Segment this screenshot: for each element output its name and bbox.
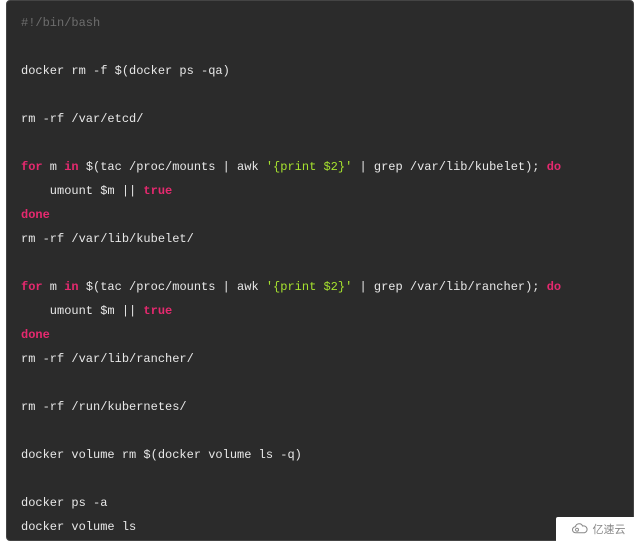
for1-body-a: umount $m || bbox=[21, 184, 143, 198]
cloud-icon bbox=[571, 523, 589, 535]
line-for2-head: for m in $(tac /proc/mounts | awk '{prin… bbox=[21, 280, 561, 294]
line-for1-body: umount $m || true bbox=[21, 184, 172, 198]
kw-do: do bbox=[547, 160, 561, 174]
line-vol-ls: docker volume ls bbox=[21, 520, 136, 534]
kw-true: true bbox=[143, 304, 172, 318]
kw-for: for bbox=[21, 280, 43, 294]
line-rm-etcd: rm -rf /var/etcd/ bbox=[21, 112, 143, 126]
line-rm-k8s: rm -rf /run/kubernetes/ bbox=[21, 400, 187, 414]
kw-do: do bbox=[547, 280, 561, 294]
kw-true: true bbox=[143, 184, 172, 198]
for1-iter-b: | grep /var/lib/kubelet); bbox=[352, 160, 546, 174]
kw-for: for bbox=[21, 160, 43, 174]
for2-body-a: umount $m || bbox=[21, 304, 143, 318]
awk-string: '{print $2}' bbox=[266, 160, 352, 174]
line-ps-a: docker ps -a bbox=[21, 496, 107, 510]
line-rm-kubelet: rm -rf /var/lib/kubelet/ bbox=[21, 232, 194, 246]
line-rm-rancher: rm -rf /var/lib/rancher/ bbox=[21, 352, 194, 366]
kw-in: in bbox=[64, 160, 78, 174]
for2-iter-b: | grep /var/lib/rancher); bbox=[352, 280, 546, 294]
line-for2-body: umount $m || true bbox=[21, 304, 172, 318]
line-done2: done bbox=[21, 328, 50, 342]
for2-iter-a: $(tac /proc/mounts | awk bbox=[79, 280, 266, 294]
line-vol-rm: docker volume rm $(docker volume ls -q) bbox=[21, 448, 302, 462]
for1-var: m bbox=[43, 160, 65, 174]
watermark: 亿速云 bbox=[556, 517, 640, 541]
awk-string: '{print $2}' bbox=[266, 280, 352, 294]
line-for1-head: for m in $(tac /proc/mounts | awk '{prin… bbox=[21, 160, 561, 174]
for1-iter-a: $(tac /proc/mounts | awk bbox=[79, 160, 266, 174]
for2-var: m bbox=[43, 280, 65, 294]
watermark-text: 亿速云 bbox=[593, 521, 626, 537]
shebang-line: #!/bin/bash bbox=[21, 16, 100, 30]
kw-in: in bbox=[64, 280, 78, 294]
line-docker-rm: docker rm -f $(docker ps -qa) bbox=[21, 64, 230, 78]
code-content: #!/bin/bash docker rm -f $(docker ps -qa… bbox=[21, 11, 619, 539]
code-block: #!/bin/bash docker rm -f $(docker ps -qa… bbox=[6, 0, 634, 541]
line-done1: done bbox=[21, 208, 50, 222]
